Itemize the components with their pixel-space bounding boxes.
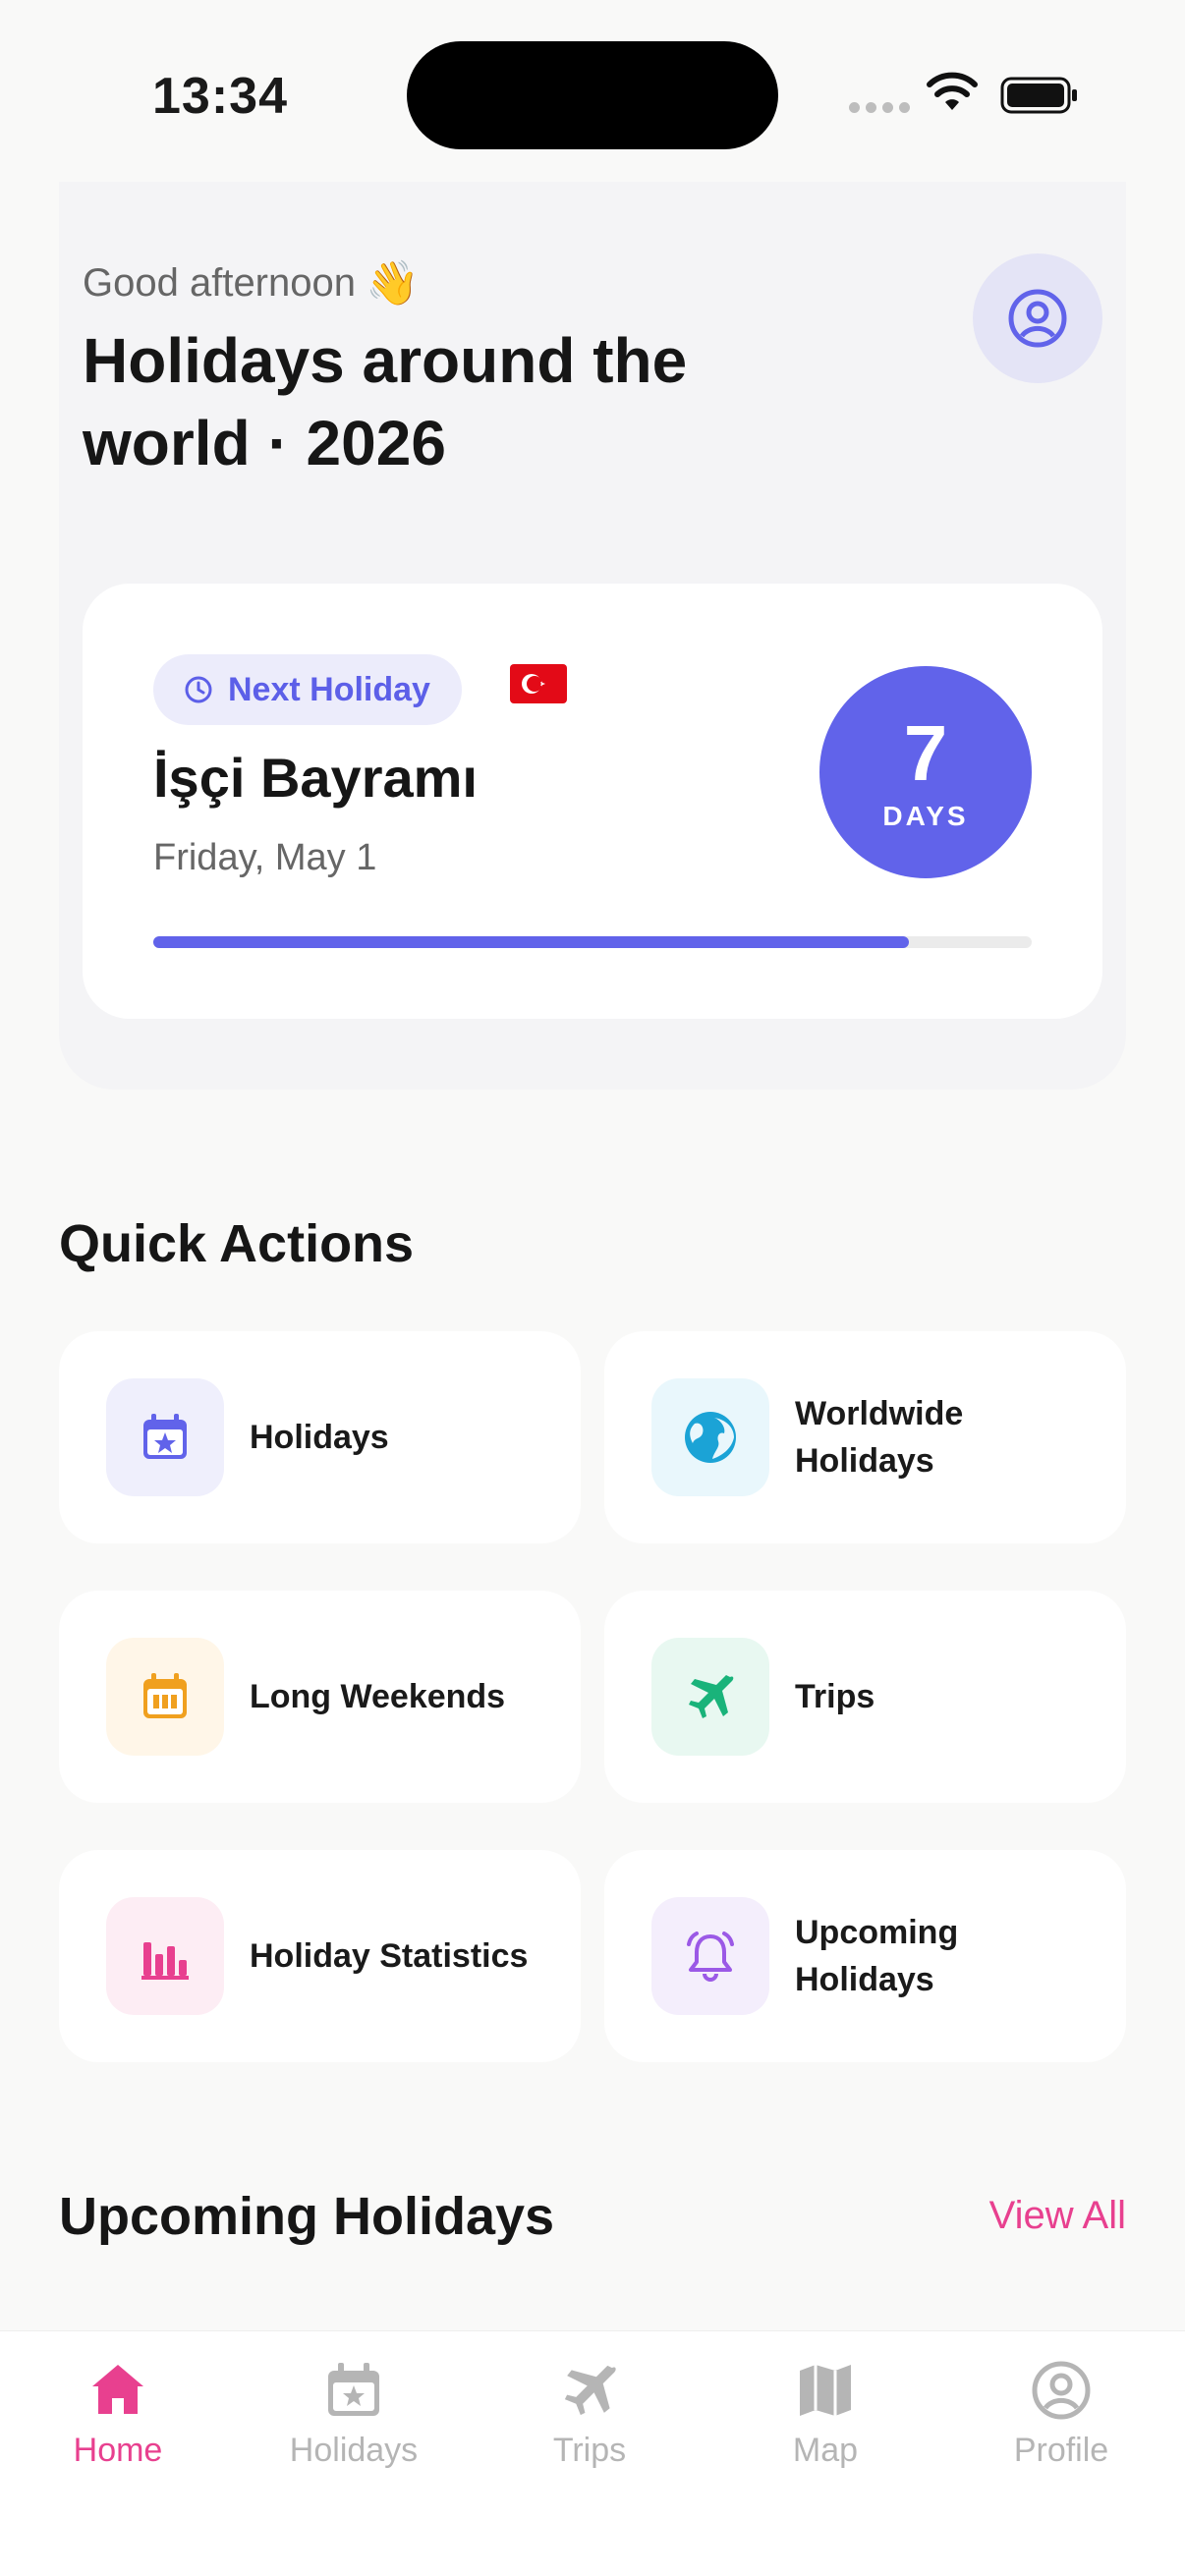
globe-icon — [651, 1378, 769, 1496]
tab-label: Holidays — [289, 2432, 419, 2469]
status-time: 13:34 — [152, 68, 288, 125]
upcoming-holidays-title: Upcoming Holidays — [59, 2187, 555, 2246]
calendar-icon — [106, 1638, 224, 1756]
cellular-signal-icon — [849, 102, 910, 113]
greeting-text: Good afternoon — [83, 260, 356, 305]
waving-hand-emoji: 👋 — [366, 259, 420, 308]
quick-action-trips[interactable]: Trips — [604, 1591, 1126, 1803]
next-holiday-badge: Next Holiday — [153, 654, 462, 725]
quick-action-label: Worldwide Holidays — [795, 1395, 964, 1480]
quick-action-upcoming-holidays[interactable]: Upcoming Holidays — [604, 1850, 1126, 2062]
turkey-flag-icon — [510, 664, 567, 703]
quick-action-label: Holiday Statistics — [250, 1937, 529, 1975]
profile-avatar-button[interactable] — [973, 253, 1102, 383]
quick-actions-title: Quick Actions — [59, 1214, 415, 1273]
quick-action-label: Upcoming Holidays — [795, 1914, 959, 1998]
tab-label: Map — [792, 2432, 859, 2469]
quick-action-long-weekends[interactable]: Long Weekends — [59, 1591, 581, 1803]
tab-profile[interactable]: Profile — [943, 2359, 1179, 2470]
clock-icon — [185, 676, 212, 703]
airplane-icon — [651, 1638, 769, 1756]
calendar-star-icon — [106, 1378, 224, 1496]
bottom-tab-bar: Home Holidays Trips Map Profile — [0, 2330, 1185, 2576]
holiday-name: İşçi Bayramı — [153, 747, 478, 809]
profile-icon — [1032, 2361, 1091, 2420]
tab-holidays[interactable]: Holidays — [236, 2359, 472, 2470]
quick-action-holiday-statistics[interactable]: Holiday Statistics — [59, 1850, 581, 2062]
page-title: Holidays around the world · 2026 — [83, 325, 688, 478]
quick-action-worldwide-holidays[interactable]: Worldwide Holidays — [604, 1331, 1126, 1543]
tab-home[interactable]: Home — [0, 2359, 236, 2470]
days-label: DAYS — [882, 801, 969, 831]
calendar-star-icon — [328, 2363, 379, 2416]
quick-action-holidays[interactable]: Holidays — [59, 1331, 581, 1543]
view-all-link[interactable]: View All — [989, 2194, 1126, 2238]
countdown-progress-fill — [153, 936, 909, 948]
quick-action-label: Holidays — [250, 1419, 389, 1456]
days-count: 7 — [903, 709, 948, 797]
next-holiday-card[interactable]: Next Holiday İşçi Bayramı Friday, May 1 … — [83, 584, 1102, 1019]
wifi-icon — [927, 72, 978, 110]
countdown-progress-bar — [153, 936, 1032, 948]
map-icon — [800, 2365, 851, 2416]
home-icon — [92, 2365, 143, 2414]
bar-chart-icon — [106, 1897, 224, 2015]
quick-action-label: Long Weekends — [250, 1678, 506, 1715]
days-countdown: 7 DAYS — [819, 666, 1032, 878]
user-circle-icon — [1008, 289, 1067, 348]
greeting: Good afternoon 👋 — [83, 257, 420, 308]
tab-map[interactable]: Map — [707, 2359, 943, 2470]
tab-label: Home — [73, 2432, 163, 2469]
tab-trips[interactable]: Trips — [472, 2359, 707, 2470]
bell-icon — [651, 1897, 769, 2015]
quick-action-label: Trips — [795, 1678, 875, 1715]
holiday-date: Friday, May 1 — [153, 837, 377, 878]
airplane-icon — [564, 2365, 616, 2416]
battery-icon — [1000, 77, 1077, 114]
dynamic-island — [407, 41, 778, 149]
status-bar: 13:34 — [0, 0, 1185, 177]
next-holiday-badge-label: Next Holiday — [228, 670, 430, 708]
tab-label: Profile — [1013, 2432, 1109, 2469]
tab-label: Trips — [552, 2432, 627, 2469]
